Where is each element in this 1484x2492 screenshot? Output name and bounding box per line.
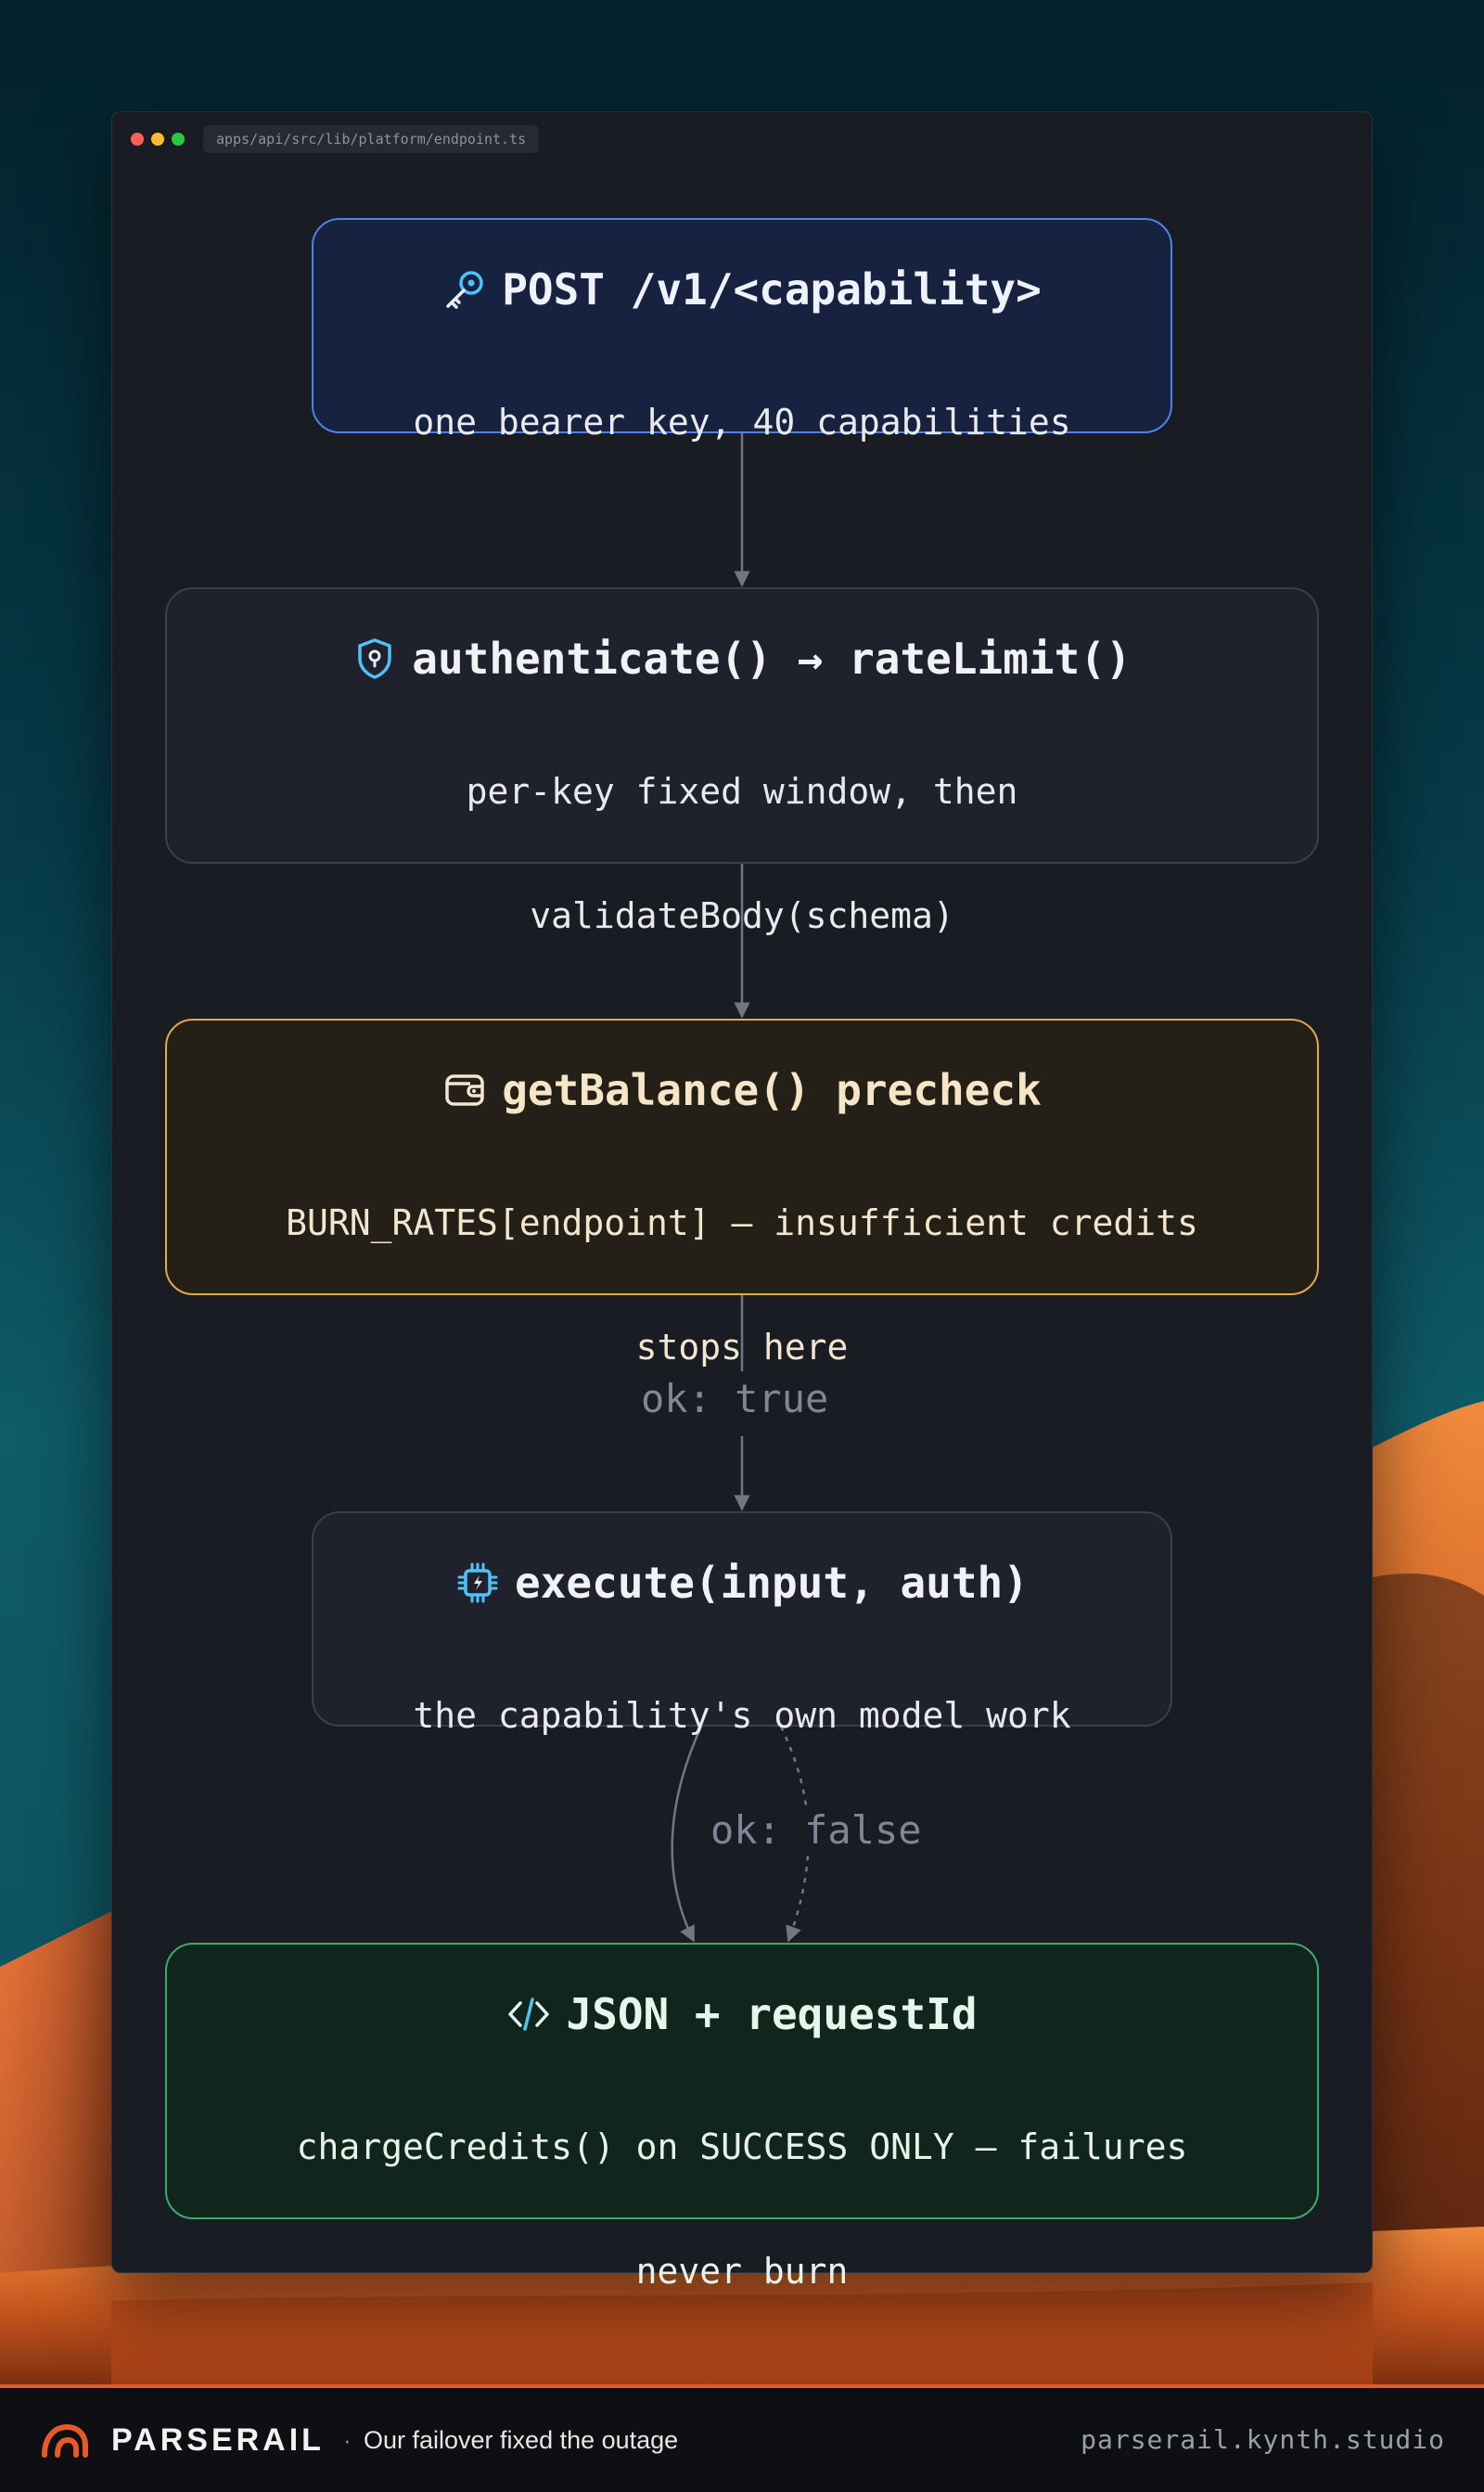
node-description-line: the capability's own model work: [413, 1695, 1071, 1736]
node-description-line: BURN_RATES[endpoint] — insufficient cred…: [286, 1202, 1198, 1243]
node-title: execute(input, auth): [515, 1558, 1029, 1608]
node-title: JSON + requestId: [566, 1989, 978, 2039]
node-description-line: never burn: [635, 2251, 849, 2292]
node-description-line: stops here: [635, 1327, 849, 1368]
code-icon: [508, 1997, 550, 2031]
minimize-window-dot[interactable]: [151, 133, 164, 146]
shield-icon: [358, 638, 392, 679]
close-window-dot[interactable]: [131, 133, 144, 146]
node-title: getBalance() precheck: [502, 1065, 1042, 1115]
flow-node-response: JSON + requestId chargeCredits() on SUCC…: [165, 1943, 1319, 2292]
chip-icon: [457, 1562, 498, 1603]
key-icon: [446, 271, 483, 309]
wallet-icon: [445, 1074, 484, 1106]
footer-site-link[interactable]: parserail.kynth.studio: [1081, 2388, 1445, 2492]
brand-name[interactable]: PARSERAIL: [111, 2388, 325, 2492]
node-title: authenticate() → rateLimit(): [412, 634, 1132, 684]
node-description-line: validateBody(schema): [530, 895, 954, 936]
footer-bar: PARSERAIL · Our failover fixed the outag…: [0, 2388, 1484, 2492]
flow-node-execute: execute(input, auth) the capability's ow…: [312, 1511, 1172, 1736]
window-titlebar: apps/api/src/lib/platform/endpoint.ts: [112, 112, 1372, 164]
node-description-line: one bearer key, 40 capabilities: [413, 402, 1071, 443]
edge-label-ok-false: ok: false: [703, 1807, 929, 1853]
footer-separator: ·: [343, 2426, 352, 2454]
flow-node-request: POST /v1/<capability> one bearer key, 40…: [312, 218, 1172, 443]
flow-node-auth: authenticate() → rateLimit() per-key fix…: [165, 587, 1319, 936]
node-description-line: chargeCredits() on SUCCESS ONLY — failur…: [296, 2126, 1188, 2167]
node-description-line: per-key fixed window, then: [466, 771, 1018, 812]
file-path-tab[interactable]: apps/api/src/lib/platform/endpoint.ts: [203, 125, 540, 153]
parserail-logo-icon[interactable]: [39, 2421, 89, 2459]
flow-node-precheck: getBalance() precheck BURN_RATES[endpoin…: [165, 1019, 1319, 1368]
footer-tagline: Our failover fixed the outage: [364, 2426, 679, 2454]
node-title: POST /v1/<capability>: [502, 264, 1042, 315]
maximize-window-dot[interactable]: [172, 133, 185, 146]
